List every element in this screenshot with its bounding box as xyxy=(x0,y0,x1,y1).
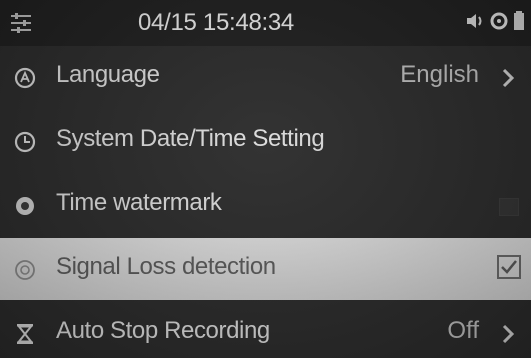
chevron-right-icon xyxy=(501,324,515,344)
speaker-icon xyxy=(465,12,485,35)
menu-item-value: English xyxy=(400,61,479,88)
battery-icon xyxy=(513,10,525,36)
menu-item-label: Auto Stop Recording xyxy=(56,317,270,344)
status-bar: 04/15 15:48:34 xyxy=(0,0,531,46)
hourglass-icon xyxy=(14,323,36,345)
device-screen: 04/15 15:48:34 Language English System D… xyxy=(0,0,531,358)
menu-item-system-datetime[interactable]: System Date/Time Setting xyxy=(0,110,531,172)
chevron-right-icon xyxy=(501,68,515,88)
menu-item-auto-stop-recording[interactable]: Auto Stop Recording Off xyxy=(0,302,531,358)
watermark-icon xyxy=(14,195,36,217)
checkbox-unchecked[interactable] xyxy=(499,198,519,216)
status-icons xyxy=(465,10,525,36)
menu-item-value: Off xyxy=(447,317,479,344)
menu-icon[interactable] xyxy=(10,12,32,34)
language-icon xyxy=(14,67,36,89)
menu-item-time-watermark[interactable]: Time watermark xyxy=(0,174,531,236)
status-datetime: 04/15 15:48:34 xyxy=(138,9,294,36)
menu-item-label: Time watermark xyxy=(56,189,222,216)
menu-item-label: Signal Loss detection xyxy=(56,253,276,280)
record-indicator-icon xyxy=(490,12,508,35)
menu-item-language[interactable]: Language English xyxy=(0,46,531,108)
signal-loss-checkbox[interactable] xyxy=(497,255,521,279)
menu-item-label: Language xyxy=(56,61,160,88)
menu-item-signal-loss-detection[interactable]: Signal Loss detection xyxy=(0,238,531,300)
menu-item-label: System Date/Time Setting xyxy=(56,125,325,152)
signal-icon xyxy=(14,259,36,281)
clock-icon xyxy=(14,131,36,153)
